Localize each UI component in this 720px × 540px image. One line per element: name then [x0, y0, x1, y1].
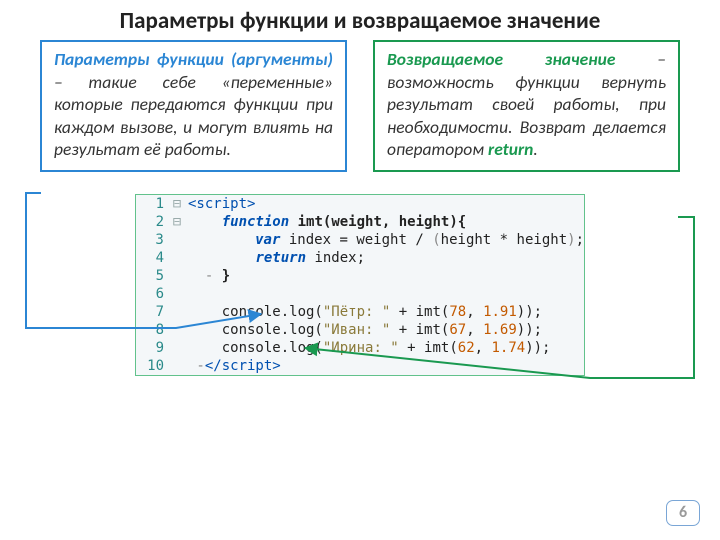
code-source: console.log("Пётр: " + imt(78, 1.91)); — [184, 303, 542, 321]
line-number: 6 — [136, 285, 170, 303]
line-number: 5 — [136, 267, 170, 285]
fold-marker: ⊟ — [170, 195, 184, 213]
code-line: 8 console.log("Иван: " + imt(67, 1.69)); — [136, 321, 584, 339]
fold-marker — [170, 231, 184, 249]
code-source: -</script> — [184, 357, 281, 375]
line-number: 10 — [136, 357, 170, 375]
fold-marker — [170, 303, 184, 321]
code-line: 7 console.log("Пётр: " + imt(78, 1.91)); — [136, 303, 584, 321]
fold-marker — [170, 249, 184, 267]
code-source: console.log("Ирина: " + imt(62, 1.74)); — [184, 339, 551, 357]
definition-boxes: Параметры функции (аргументы) – такие се… — [0, 38, 720, 172]
line-number: 9 — [136, 339, 170, 357]
fold-marker — [170, 285, 184, 303]
code-block: 1⊟<script>2⊟ function imt(weight, height… — [135, 194, 585, 376]
code-source: console.log("Иван: " + imt(67, 1.69)); — [184, 321, 542, 339]
line-number: 7 — [136, 303, 170, 321]
line-number: 1 — [136, 195, 170, 213]
return-term: Возвращаемое значение — [387, 48, 615, 70]
code-line: 3 var index = weight / (height * height)… — [136, 231, 584, 249]
page-number-badge: 6 — [666, 500, 700, 526]
params-text: – такие себе «переменные» которые переда… — [54, 71, 333, 160]
code-line: 1⊟<script> — [136, 195, 584, 213]
page-title: Параметры функции и возвращаемое значени… — [0, 0, 720, 38]
line-number: 2 — [136, 213, 170, 231]
code-line: 2⊟ function imt(weight, height){ — [136, 213, 584, 231]
fold-marker — [170, 321, 184, 339]
code-line: 4 return index; — [136, 249, 584, 267]
line-number: 8 — [136, 321, 170, 339]
code-source: function imt(weight, height){ — [184, 213, 466, 231]
params-definition-box: Параметры функции (аргументы) – такие се… — [40, 40, 347, 172]
code-line: 9 console.log("Ирина: " + imt(62, 1.74))… — [136, 339, 584, 357]
return-text-post: . — [533, 138, 537, 160]
code-line: 5 - } — [136, 267, 584, 285]
fold-marker — [170, 339, 184, 357]
code-source: - } — [184, 267, 230, 285]
code-source: <script> — [184, 195, 255, 213]
code-source — [184, 285, 188, 303]
params-term: Параметры функции (аргументы) — [54, 48, 333, 70]
code-source: return index; — [184, 249, 365, 267]
line-number: 3 — [136, 231, 170, 249]
return-keyword: return — [488, 138, 533, 160]
line-number: 4 — [136, 249, 170, 267]
code-line: 10 -</script> — [136, 357, 584, 375]
code-line: 6 — [136, 285, 584, 303]
fold-marker: ⊟ — [170, 213, 184, 231]
fold-marker — [170, 357, 184, 375]
code-source: var index = weight / (height * height); — [184, 231, 584, 249]
fold-marker — [170, 267, 184, 285]
return-definition-box: Возвращаемое значение – возможность функ… — [373, 40, 680, 172]
